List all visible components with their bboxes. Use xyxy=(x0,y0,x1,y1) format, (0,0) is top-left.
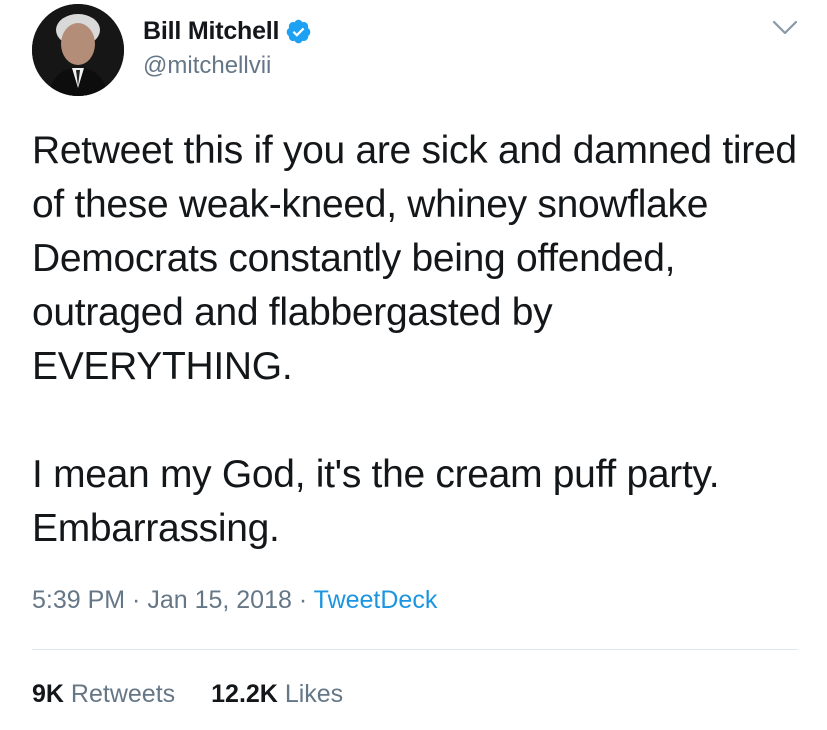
tweet-date[interactable]: Jan 15, 2018 xyxy=(147,586,292,614)
avatar[interactable] xyxy=(32,4,124,96)
name-row: Bill Mitchell xyxy=(143,14,312,48)
profile-photo xyxy=(32,4,124,96)
divider xyxy=(32,649,798,650)
tweet-meta: 5:39 PM · Jan 15, 2018 · TweetDeck xyxy=(32,586,437,615)
verified-badge-icon xyxy=(285,18,312,45)
tweet-time[interactable]: 5:39 PM xyxy=(32,586,125,614)
tweet-stats: 9K Retweets 12.2K Likes xyxy=(32,680,343,709)
meta-separator: · xyxy=(125,586,148,614)
user-handle[interactable]: @mitchellvii xyxy=(143,52,271,80)
retweets-count: 9K xyxy=(32,680,64,708)
display-name[interactable]: Bill Mitchell xyxy=(143,17,280,46)
retweets-stat[interactable]: 9K Retweets xyxy=(32,680,175,709)
retweets-label: Retweets xyxy=(70,680,176,708)
likes-stat[interactable]: 12.2K Likes xyxy=(211,680,343,709)
tweet-text: Retweet this if you are sick and damned … xyxy=(32,129,797,550)
likes-count: 12.2K xyxy=(211,680,278,708)
meta-separator: · xyxy=(291,586,314,614)
likes-label: Likes xyxy=(284,680,344,708)
tweet-source-link[interactable]: TweetDeck xyxy=(314,586,438,614)
chevron-down-icon[interactable] xyxy=(770,18,800,38)
